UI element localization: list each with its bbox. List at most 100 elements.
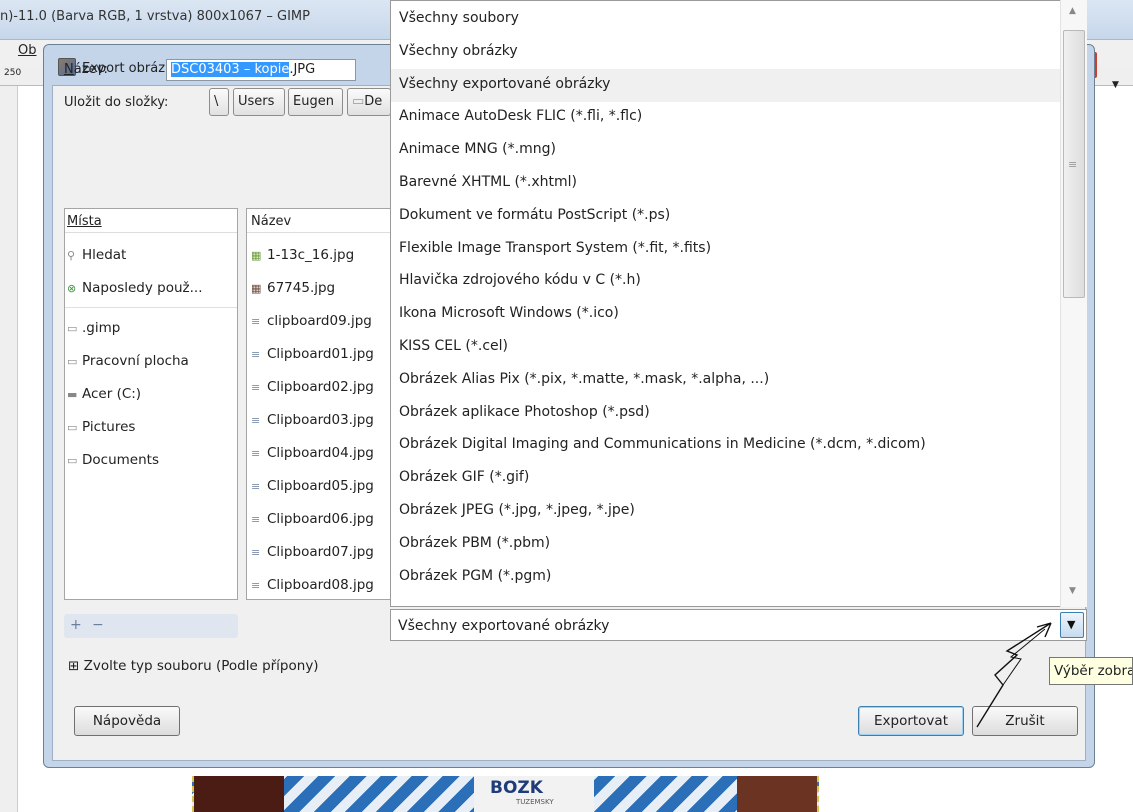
files-panel: Název ▦ 1-13c_16.jpg ▦ 67745.jpg ≡ clipboar… — [246, 208, 394, 600]
breadcrumb-desktop[interactable]: ▭De — [347, 88, 391, 116]
places-separator — [65, 307, 237, 308]
file-name: clipboard09.jpg — [267, 313, 372, 329]
photo-dark-area-right — [737, 776, 817, 812]
filter-option[interactable]: Všechny soubory — [391, 3, 1061, 36]
filter-option[interactable]: Obrázek aplikace Photoshop (*.psd) — [391, 397, 1061, 430]
breadcrumb-root[interactable]: \ — [209, 88, 229, 116]
breadcrumb-users[interactable]: Users — [233, 88, 285, 116]
file-icon: ≡ — [251, 315, 261, 328]
search-icon: ⚲ — [67, 249, 76, 262]
file-row[interactable]: ▦ 67745.jpg — [251, 280, 335, 302]
filter-option[interactable]: Obrázek PBM (*.pbm) — [391, 528, 1061, 561]
folder-label: Uložit do složky: — [64, 95, 169, 110]
name-label-text: ázev: — [73, 62, 108, 77]
bookmark-add-remove-bar: + − — [64, 614, 238, 638]
shirt-small-text: TUZEMSKY — [516, 798, 554, 806]
filter-option[interactable]: Všechny obrázky — [391, 36, 1061, 69]
file-row[interactable]: ▦ 1-13c_16.jpg — [251, 247, 354, 269]
name-label: Název: — [64, 62, 108, 77]
folder-icon: ▭ — [67, 454, 78, 467]
gimp-nav-arrow-icon[interactable]: ▼ — [1112, 80, 1119, 90]
place-acer-label: Acer (C:) — [82, 386, 142, 402]
file-name: Clipboard08.jpg — [267, 577, 374, 593]
file-name: Clipboard03.jpg — [267, 412, 374, 428]
places-header[interactable]: Místa — [65, 209, 237, 233]
file-name: 67745.jpg — [267, 280, 336, 296]
filter-option[interactable]: Obrázek JPEG (*.jpg, *.jpeg, *.jpe) — [391, 495, 1061, 528]
file-row[interactable]: ≡ clipboard09.jpg — [251, 313, 372, 335]
filter-option[interactable]: Ikona Microsoft Windows (*.ico) — [391, 298, 1061, 331]
scroll-up-icon[interactable]: ▲ — [1069, 6, 1076, 16]
filter-option[interactable]: Animace MNG (*.mng) — [391, 134, 1061, 167]
files-header[interactable]: Název — [247, 209, 393, 233]
export-button[interactable]: Exportovat — [858, 706, 964, 736]
filter-option[interactable]: Obrázek PGM (*.pgm) — [391, 561, 1061, 594]
file-row[interactable]: ≡ Clipboard08.jpg — [251, 577, 374, 599]
file-icon: ≡ — [251, 480, 261, 493]
file-icon: ≡ — [251, 381, 261, 394]
file-filter-selected: Všechny exportované obrázky — [398, 618, 610, 634]
photo-dark-area — [194, 776, 284, 812]
file-row[interactable]: ≡ Clipboard05.jpg — [251, 478, 374, 500]
folder-icon: ▭ — [352, 94, 365, 109]
place-gimp[interactable]: ▭ .gimp — [67, 320, 120, 342]
help-button[interactable]: Nápověda — [74, 706, 180, 736]
folder-icon: ▭ — [67, 421, 78, 434]
filter-option[interactable]: Barevné XHTML (*.xhtml) — [391, 167, 1061, 200]
file-row[interactable]: ≡ Clipboard04.jpg — [251, 445, 374, 467]
image-file-icon: ▦ — [251, 282, 262, 295]
filename-input[interactable]: DSC03403 – kopie.JPG — [166, 59, 356, 81]
place-documents[interactable]: ▭ Documents — [67, 452, 159, 474]
filename-extension: .JPG — [289, 62, 316, 77]
gimp-menu-first[interactable]: Ob — [18, 43, 36, 58]
filter-option[interactable]: Flexible Image Transport System (*.fit, … — [391, 233, 1061, 266]
image-file-icon: ▦ — [251, 249, 262, 262]
file-name: Clipboard02.jpg — [267, 379, 374, 395]
file-row[interactable]: ≡ Clipboard07.jpg — [251, 544, 374, 566]
filter-option[interactable]: Všechny exportované obrázky — [391, 68, 1061, 102]
gimp-photo: BOZK TUZEMSKY — [192, 776, 819, 812]
place-search-label: Hledat — [82, 247, 127, 263]
filter-option[interactable]: Dokument ve formátu PostScript (*.ps) — [391, 200, 1061, 233]
gimp-window-title: n)-11.0 (Barva RGB, 1 vrstva) 800x1067 –… — [0, 9, 310, 24]
scrollbar-grip-icon: ≡ — [1068, 158, 1078, 171]
place-pictures[interactable]: ▭ Pictures — [67, 419, 135, 441]
shirt-text: BOZK — [490, 778, 543, 798]
drive-icon: ▬ — [67, 388, 78, 401]
file-row[interactable]: ≡ Clipboard02.jpg — [251, 379, 374, 401]
dropdown-scrollbar[interactable]: ▲ ≡ ▼ — [1060, 0, 1087, 607]
file-icon: ≡ — [251, 513, 261, 526]
breadcrumb-desktop-label: De — [364, 94, 383, 109]
hand-drawn-arrow-annotation — [976, 622, 1052, 728]
file-name: Clipboard01.jpg — [267, 346, 374, 362]
place-desktop-label: Pracovní plocha — [82, 353, 189, 369]
filter-option[interactable]: KISS CEL (*.cel) — [391, 331, 1061, 364]
remove-bookmark-button[interactable]: − — [92, 617, 104, 633]
add-bookmark-button[interactable]: + — [70, 617, 82, 633]
place-documents-label: Documents — [82, 452, 159, 468]
breadcrumb-eugen[interactable]: Eugen — [288, 88, 343, 116]
gimp-ruler-mark: 250 — [4, 68, 22, 78]
place-desktop[interactable]: ▭ Pracovní plocha — [67, 353, 189, 375]
place-recent[interactable]: ⊗ Naposledy použ... — [67, 280, 203, 302]
file-icon: ≡ — [251, 546, 261, 559]
file-row[interactable]: ≡ Clipboard06.jpg — [251, 511, 374, 533]
file-row[interactable]: ≡ Clipboard01.jpg — [251, 346, 374, 368]
file-type-expander[interactable]: ⊞ Zvolte typ souboru (Podle přípony) — [68, 658, 319, 674]
place-search[interactable]: ⚲ Hledat — [67, 247, 126, 269]
file-icon: ≡ — [251, 579, 261, 592]
filter-option[interactable]: Obrázek GIF (*.gif) — [391, 462, 1061, 495]
filter-option[interactable]: Hlavička zdrojového kódu v C (*.h) — [391, 265, 1061, 298]
filter-option[interactable]: Obrázek Alias Pix (*.pix, *.matte, *.mas… — [391, 364, 1061, 397]
filter-option[interactable]: Animace AutoDesk FLIC (*.fli, *.flc) — [391, 101, 1061, 134]
photo-shirt: BOZK TUZEMSKY — [474, 776, 594, 812]
file-icon: ≡ — [251, 414, 261, 427]
place-acer-drive[interactable]: ▬ Acer (C:) — [67, 386, 141, 408]
filter-option[interactable]: Obrázek Digital Imaging and Communicatio… — [391, 429, 1061, 462]
file-icon: ≡ — [251, 447, 261, 460]
place-recent-label: Naposledy použ... — [82, 280, 203, 296]
file-name: Clipboard04.jpg — [267, 445, 374, 461]
file-row[interactable]: ≡ Clipboard03.jpg — [251, 412, 374, 434]
scroll-down-icon[interactable]: ▼ — [1069, 586, 1076, 596]
place-pictures-label: Pictures — [82, 419, 136, 435]
